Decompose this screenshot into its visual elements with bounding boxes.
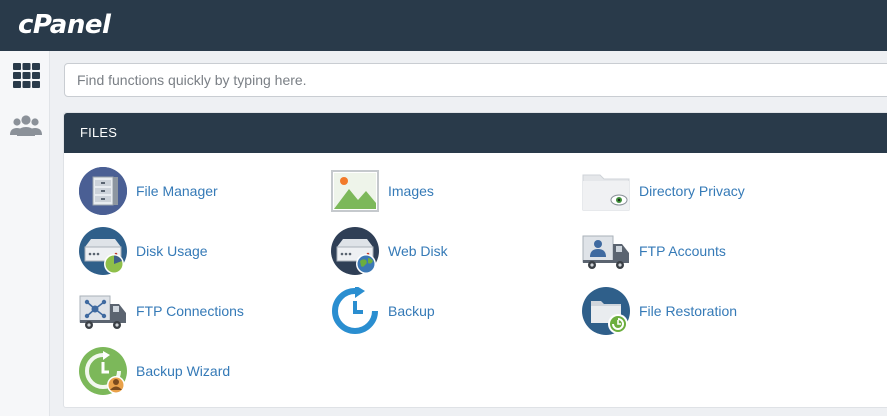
file-manager-link[interactable]: File Manager	[79, 166, 218, 216]
file-manager-icon	[79, 167, 127, 215]
files-section-header[interactable]: FILES	[64, 113, 887, 153]
disk-usage-label: Disk Usage	[136, 243, 208, 259]
directory-privacy-label: Directory Privacy	[639, 183, 745, 199]
backup-label: Backup	[388, 303, 435, 319]
ftp-accounts-link[interactable]: FTP Accounts	[582, 226, 726, 276]
ftp-accounts-icon	[582, 227, 630, 275]
search-input[interactable]	[64, 63, 887, 97]
file-manager-label: File Manager	[136, 183, 218, 199]
backup-icon	[331, 287, 379, 335]
backup-wizard-icon	[79, 347, 127, 395]
backup-wizard-label: Backup Wizard	[136, 363, 231, 379]
web-disk-link[interactable]: Web Disk	[331, 226, 448, 276]
web-disk-icon	[331, 227, 379, 275]
images-label: Images	[388, 183, 434, 199]
images-icon	[331, 167, 379, 215]
top-bar: cPanel	[0, 0, 887, 51]
users-icon	[9, 111, 43, 141]
cpanel-logo[interactable]: cPanel	[18, 10, 111, 40]
file-restoration-label: File Restoration	[639, 303, 738, 319]
file-restoration-icon	[582, 287, 630, 335]
sidebar-users-button[interactable]	[9, 111, 43, 141]
web-disk-label: Web Disk	[388, 243, 448, 259]
directory-privacy-link[interactable]: Directory Privacy	[582, 166, 745, 216]
grid-icon	[9, 61, 43, 91]
ftp-connections-label: FTP Connections	[136, 303, 244, 319]
backup-wizard-link[interactable]: Backup Wizard	[79, 346, 230, 396]
files-panel: FILES File Manager Images Directory Priv…	[63, 112, 887, 408]
ftp-connections-icon	[79, 287, 127, 335]
sidebar-home-button[interactable]	[9, 61, 43, 91]
left-sidebar	[0, 51, 50, 416]
images-link[interactable]: Images	[331, 166, 434, 216]
file-restoration-link[interactable]: File Restoration	[582, 286, 737, 336]
ftp-accounts-label: FTP Accounts	[639, 243, 726, 259]
directory-privacy-icon	[582, 167, 630, 215]
ftp-connections-link[interactable]: FTP Connections	[79, 286, 244, 336]
backup-link[interactable]: Backup	[331, 286, 435, 336]
disk-usage-link[interactable]: Disk Usage	[79, 226, 208, 276]
disk-usage-icon	[79, 227, 127, 275]
